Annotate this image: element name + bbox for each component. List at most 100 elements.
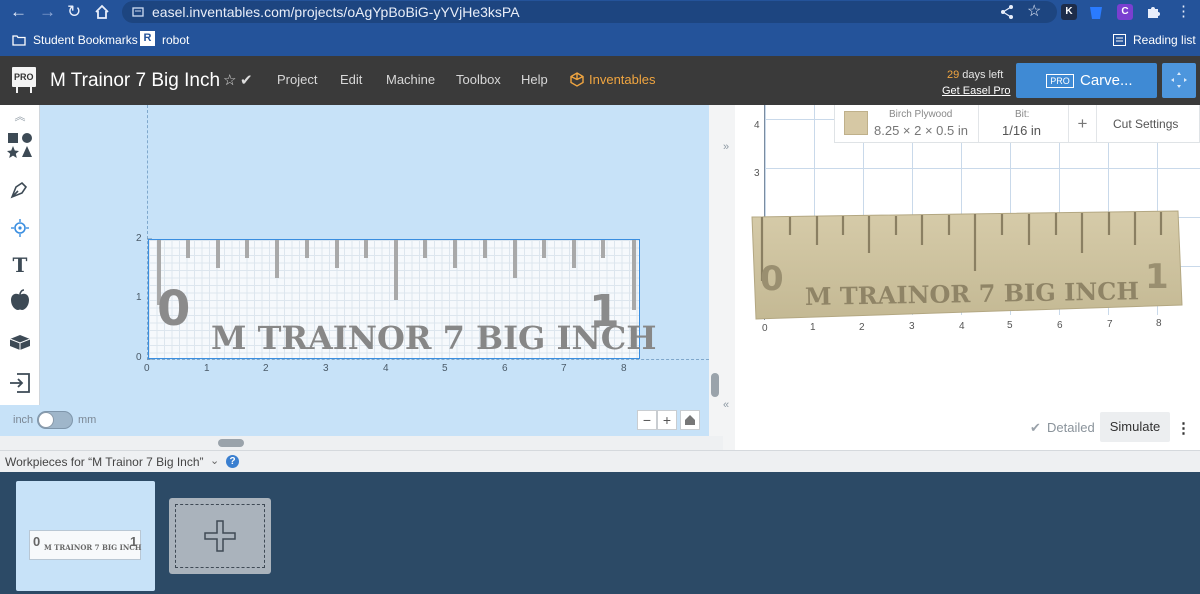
preview-x-tick-1: 1 <box>810 322 816 333</box>
material-dims: 8.25 × 2 × 0.5 in <box>874 123 968 138</box>
help-icon[interactable]: ? <box>226 455 239 468</box>
y-tick-1: 1 <box>136 292 142 303</box>
carve-button[interactable]: PRO Carve... <box>1016 63 1157 98</box>
design-canvas[interactable]: 2 1 0 0 1 2 3 4 5 6 7 8 0 1 M TRAINOR 7 … <box>13 105 709 436</box>
ruler-text: M TRAINOR 7 BIG INCH <box>211 319 657 357</box>
menu-edit[interactable]: Edit <box>340 72 362 87</box>
browser-toolbar: ← → ↻ easel.inventables.com/projects/oAg… <box>0 0 1200 25</box>
expand-right-icon[interactable]: » <box>723 141 729 153</box>
x-tick-1: 1 <box>204 363 210 374</box>
bookmark-star-icon[interactable]: ☆ <box>1027 2 1041 22</box>
project-title[interactable]: M Trainor 7 Big Inch <box>50 70 220 92</box>
design-horizontal-scrollbar[interactable] <box>0 436 723 450</box>
shapes-icon[interactable] <box>7 132 33 158</box>
url-text: easel.inventables.com/projects/oAgYpBoBi… <box>152 4 520 20</box>
pen-tool-icon[interactable] <box>10 179 30 199</box>
unit-mm-label: mm <box>78 414 97 426</box>
home-icon[interactable] <box>94 4 110 20</box>
preview-ruler-text: M TRAINOR 7 BIG INCH <box>804 276 1140 311</box>
unit-toggle[interactable] <box>37 411 73 429</box>
zoom-out-button[interactable]: − <box>637 410 657 430</box>
menu-machine[interactable]: Machine <box>386 72 435 87</box>
bit-selector[interactable]: Bit: 1/16 in <box>979 105 1069 142</box>
preview-x-tick-0: 0 <box>762 323 768 334</box>
bit-value: 1/16 in <box>1002 123 1042 138</box>
collapse-up-icon[interactable]: ︽ <box>0 107 40 127</box>
simulate-button[interactable]: Simulate <box>1100 412 1170 442</box>
menu-toolbox[interactable]: Toolbox <box>456 72 501 87</box>
wood-swatch-icon <box>844 111 868 135</box>
more-options-icon[interactable]: ⋮ <box>1176 419 1191 437</box>
folder-icon <box>12 35 26 46</box>
machine-position-button[interactable] <box>1162 63 1196 98</box>
back-arrow-icon[interactable]: ← <box>10 2 27 22</box>
extensions-puzzle-icon[interactable] <box>1145 4 1161 20</box>
app-header: PRO M Trainor 7 Big Inch ☆ ✔ Project Edi… <box>0 56 1200 105</box>
extension-k-icon[interactable]: K <box>1061 4 1077 20</box>
reading-list-icon <box>1113 34 1126 46</box>
thumbnail-ruler: 0 1 M TRAINOR 7 BIG INCH <box>29 530 141 560</box>
cut-settings-button[interactable]: Cut Settings <box>1113 117 1178 131</box>
preview-digit-zero: 0 <box>760 259 784 299</box>
design-vertical-scrollbar[interactable] <box>709 105 723 436</box>
workpiece-material[interactable]: 0 1 M TRAINOR 7 BIG INCH <box>148 239 656 359</box>
menu-help[interactable]: Help <box>521 72 548 87</box>
carve-label: Carve... <box>1080 72 1133 89</box>
zoom-in-button[interactable]: + <box>657 410 677 430</box>
x-tick-7: 7 <box>561 363 567 374</box>
workpiece-thumbnail[interactable]: 0 1 M TRAINOR 7 BIG INCH <box>16 481 155 591</box>
x-tick-0: 0 <box>144 363 150 374</box>
apps-block-icon[interactable] <box>8 333 32 351</box>
material-name: Birch Plywood <box>889 109 953 120</box>
add-bit-button[interactable]: + <box>1069 105 1097 142</box>
x-tick-6: 6 <box>502 363 508 374</box>
browser-menu-icon[interactable]: ⋮ <box>1176 2 1191 22</box>
detailed-check-icon: ✔ <box>1030 420 1041 435</box>
extension-c-icon[interactable]: C <box>1117 4 1133 20</box>
carve-preview[interactable]: 4 3 Birch Plywood 8.25 × 2 × 0.5 in Bit:… <box>735 105 1200 450</box>
scroll-thumb[interactable] <box>711 373 719 397</box>
menu-inventables[interactable]: Inventables <box>589 72 656 87</box>
preview-x-tick-7: 7 <box>1107 319 1113 330</box>
menu-project[interactable]: Project <box>277 72 317 87</box>
reading-list-button[interactable]: Reading list <box>1133 33 1196 47</box>
bookmark-robot[interactable]: robot <box>162 33 189 47</box>
site-info-icon[interactable] <box>132 6 144 18</box>
forward-arrow-icon[interactable]: → <box>39 2 56 22</box>
preview-x-tick-4: 4 <box>959 321 965 332</box>
saved-check-icon: ✔ <box>240 72 253 89</box>
plus-icon <box>204 520 236 552</box>
shape-toolbar: ︽ T <box>0 105 40 405</box>
detailed-toggle[interactable]: Detailed <box>1047 420 1095 435</box>
extension-bucket-icon[interactable] <box>1089 4 1103 20</box>
preview-x-tick-3: 3 <box>909 321 915 332</box>
get-easel-pro-link[interactable]: Get Easel Pro <box>942 85 1010 97</box>
share-icon[interactable] <box>999 4 1015 20</box>
preview-x-tick-2: 2 <box>859 322 865 333</box>
x-tick-5: 5 <box>442 363 448 374</box>
import-icon[interactable] <box>9 373 31 393</box>
bit-label: Bit: <box>1015 109 1030 120</box>
home-icon <box>685 415 695 425</box>
point-target-icon[interactable] <box>10 218 30 238</box>
reload-icon[interactable]: ↻ <box>67 2 81 22</box>
scroll-thumb[interactable] <box>218 439 244 447</box>
preview-y-tick-4: 4 <box>754 120 760 131</box>
preview-x-tick-8: 8 <box>1156 318 1162 329</box>
bookmark-student[interactable]: Student Bookmarks <box>33 33 138 47</box>
workpieces-header: Workpieces for “M Trainor 7 Big Inch” ⌄ … <box>0 450 1200 472</box>
add-workpiece-button[interactable] <box>169 498 271 574</box>
move-arrows-icon <box>1171 72 1187 88</box>
pro-badge: PRO <box>1046 74 1074 88</box>
favorite-star-icon[interactable]: ☆ <box>223 71 236 89</box>
collapse-left-icon[interactable]: « <box>723 399 729 411</box>
material-selector[interactable]: Birch Plywood 8.25 × 2 × 0.5 in <box>835 105 979 142</box>
preview-y-tick-3: 3 <box>754 168 760 179</box>
text-tool-icon[interactable]: T <box>0 253 40 291</box>
zoom-home-button[interactable] <box>680 410 700 430</box>
icons-apple-icon[interactable] <box>10 289 30 311</box>
easel-logo[interactable]: PRO <box>12 67 36 93</box>
address-bar[interactable]: easel.inventables.com/projects/oAgYpBoBi… <box>122 1 1057 23</box>
y-tick-2: 2 <box>136 233 142 244</box>
workpieces-dropdown-icon[interactable]: ⌄ <box>210 454 219 467</box>
